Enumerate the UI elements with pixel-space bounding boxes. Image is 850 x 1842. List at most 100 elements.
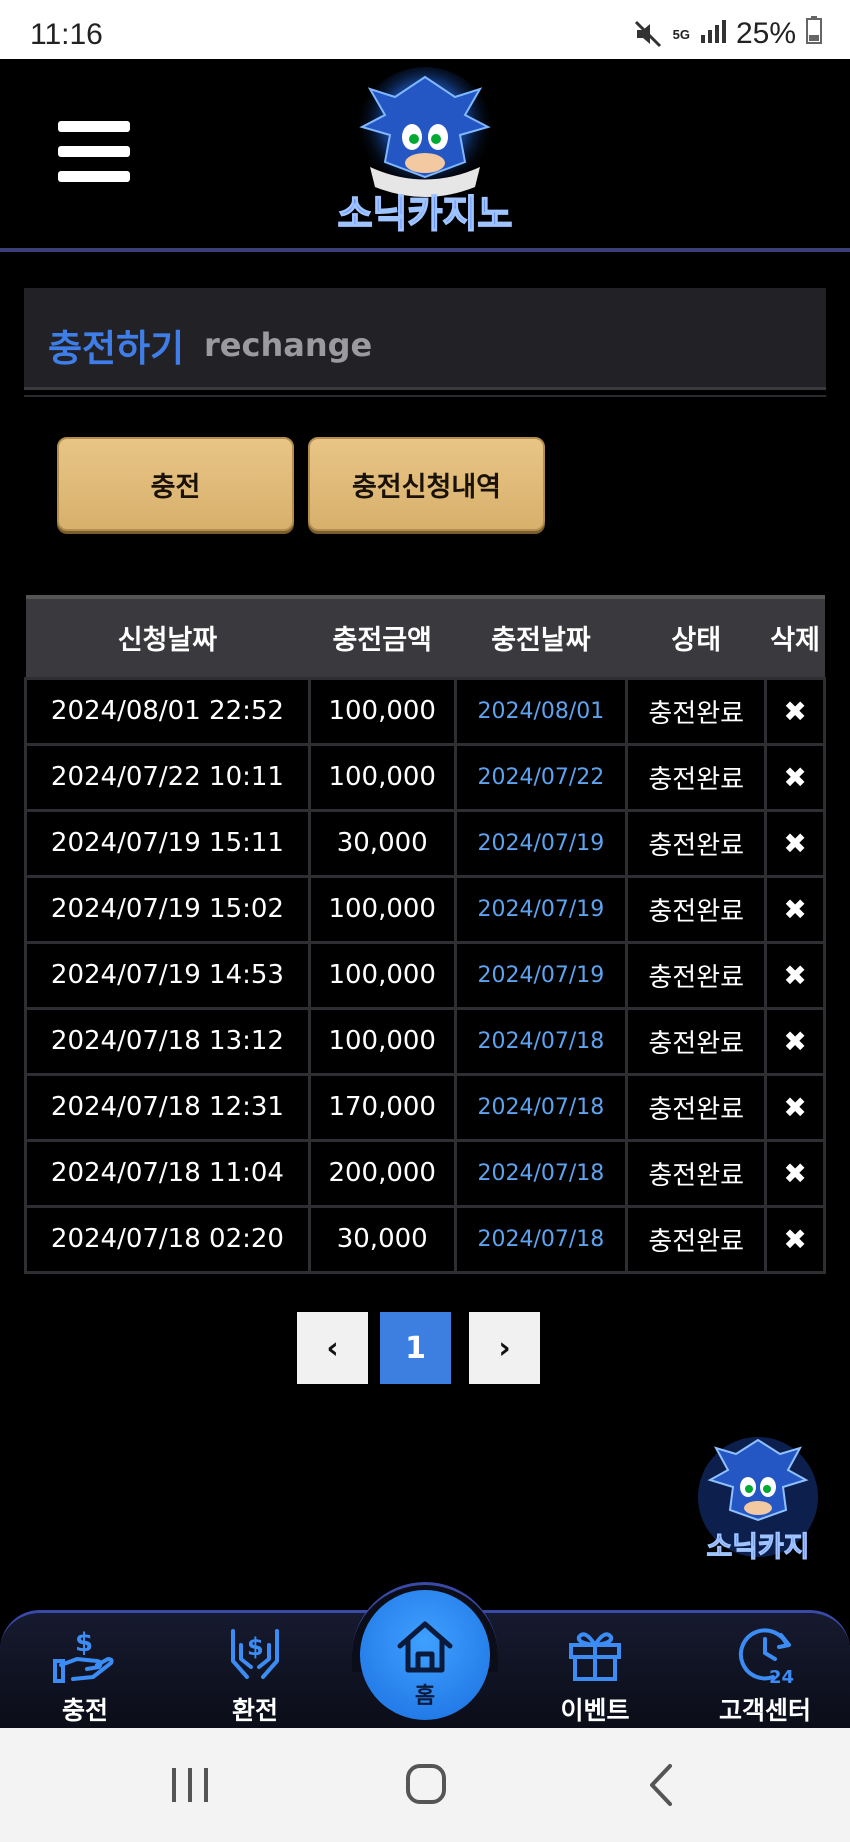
menu-bar [58, 171, 130, 182]
page: 11:16 5G 25% 소닉카지노 충전하기 rechange 충전 충전신청… [0, 0, 850, 1842]
charge-button[interactable]: 충전 [57, 437, 294, 531]
status-cell: 충전완료 [625, 1072, 768, 1142]
status-cell: 충전완료 [625, 808, 768, 878]
delete-icon[interactable]: ✖ [764, 742, 826, 812]
request-date-cell: 2024/07/18 11:04 [24, 1138, 311, 1208]
delete-icon[interactable]: ✖ [764, 874, 826, 944]
signal-icon [700, 17, 726, 51]
table-row: 2024/07/18 11:04 200,000 2024/07/18 충전완료… [24, 1138, 826, 1208]
amount-cell: 100,000 [307, 742, 457, 812]
column-header: 삭제 [765, 595, 825, 678]
nav-charge[interactable]: $ 충전 [30, 1621, 140, 1731]
status-time: 11:16 [30, 18, 103, 51]
status-cell: 충전완료 [625, 874, 768, 944]
system-nav-bar [0, 1728, 850, 1842]
nav-label: 이벤트 [560, 1696, 630, 1725]
charge-date-cell: 2024/07/19 [453, 874, 629, 944]
menu-bar [58, 146, 130, 157]
column-header: 충전금액 [309, 595, 456, 678]
table-row: 2024/07/19 15:02 100,000 2024/07/19 충전완료… [24, 874, 826, 944]
nav-exchange[interactable]: $ 환전 [200, 1621, 310, 1731]
floating-logo-badge[interactable]: 소닉카지 [688, 1432, 828, 1572]
battery-percent: 25% [735, 17, 796, 50]
charge-date-cell: 2024/07/22 [453, 742, 629, 812]
table-row: 2024/08/01 22:52 100,000 2024/08/01 충전완료… [24, 676, 826, 746]
delete-icon[interactable]: ✖ [764, 1138, 826, 1208]
mute-icon [633, 19, 663, 49]
charge-date-cell: 2024/07/18 [453, 1204, 629, 1274]
status-cell: 충전완료 [625, 940, 768, 1010]
svg-text:24: 24 [769, 1667, 794, 1685]
amount-cell: 200,000 [307, 1138, 457, 1208]
delete-icon[interactable]: ✖ [764, 1072, 826, 1142]
page-number-button[interactable]: 1 [380, 1312, 451, 1384]
nav-home-button[interactable]: 홈 [360, 1590, 490, 1720]
charge-date-cell: 2024/07/19 [453, 808, 629, 878]
site-logo[interactable]: 소닉카지노 [300, 67, 550, 242]
menu-bar [58, 121, 130, 132]
hand-coin-icon: $ [53, 1628, 114, 1683]
site-header: 소닉카지노 [0, 59, 850, 252]
charge-date-cell: 2024/07/19 [453, 940, 629, 1010]
amount-cell: 30,000 [307, 1204, 457, 1274]
network-badge: 5G [672, 26, 690, 42]
request-date-cell: 2024/07/19 14:53 [24, 940, 311, 1010]
status-icons: 5G 25% [633, 16, 822, 52]
next-page-button[interactable]: › [469, 1312, 540, 1384]
back-icon [650, 1764, 672, 1806]
system-home-icon [406, 1764, 446, 1804]
support-24-icon: 24 [738, 1628, 794, 1685]
delete-icon[interactable]: ✖ [764, 1204, 826, 1274]
column-header: 신청날짜 [25, 595, 310, 678]
table-row: 2024/07/19 15:11 30,000 2024/07/19 충전완료 … [24, 808, 826, 878]
divider [24, 395, 826, 397]
page-subtitle: rechange [204, 326, 373, 364]
nav-support[interactable]: 24 고객센터 [710, 1621, 820, 1731]
request-date-cell: 2024/07/22 10:11 [24, 742, 311, 812]
column-header: 상태 [626, 595, 766, 678]
amount-cell: 30,000 [307, 808, 457, 878]
status-cell: 충전완료 [625, 1138, 768, 1208]
prev-page-button[interactable]: ‹ [297, 1312, 368, 1384]
page-title: 충전하기 [48, 327, 185, 370]
nav-label: 충전 [61, 1696, 108, 1725]
table-header-row: 신청날짜 충전금액 충전날짜 상태 삭제 [25, 595, 825, 678]
request-date-cell: 2024/07/18 12:31 [24, 1072, 311, 1142]
hamburger-menu-button[interactable] [58, 121, 130, 183]
amount-cell: 100,000 [307, 874, 457, 944]
amount-cell: 100,000 [307, 676, 457, 746]
amount-cell: 170,000 [307, 1072, 457, 1142]
nav-event[interactable]: 이벤트 [540, 1621, 650, 1731]
charge-date-cell: 2024/08/01 [453, 676, 629, 746]
delete-icon[interactable]: ✖ [764, 940, 826, 1010]
table-row: 2024/07/18 02:20 30,000 2024/07/18 충전완료 … [24, 1204, 826, 1274]
hands-dollar-icon: $ [231, 1629, 279, 1679]
svg-text:$: $ [75, 1628, 93, 1658]
section-title-box: 충전하기 rechange [24, 288, 826, 390]
recent-apps-button[interactable] [160, 1760, 220, 1810]
delete-icon[interactable]: ✖ [764, 676, 826, 746]
home-icon [397, 1621, 453, 1673]
recent-apps-icon [172, 1768, 208, 1802]
table-row: 2024/07/19 14:53 100,000 2024/07/19 충전완료… [24, 940, 826, 1010]
table-row: 2024/07/18 12:31 170,000 2024/07/18 충전완료… [24, 1072, 826, 1142]
column-header: 충전날짜 [455, 595, 627, 678]
system-back-button[interactable] [632, 1760, 692, 1810]
delete-icon[interactable]: ✖ [764, 808, 826, 878]
amount-cell: 100,000 [307, 1006, 457, 1076]
delete-icon[interactable]: ✖ [764, 1006, 826, 1076]
nav-label: 홈 [414, 1684, 436, 1709]
request-date-cell: 2024/07/18 02:20 [24, 1204, 311, 1274]
badge-text: 소닉카지 [706, 1530, 809, 1563]
status-cell: 충전완료 [625, 1204, 768, 1274]
charge-history-button[interactable]: 충전신청내역 [308, 437, 545, 531]
request-date-cell: 2024/08/01 22:52 [24, 676, 311, 746]
nav-label: 환전 [231, 1696, 278, 1725]
logo-text: 소닉카지노 [338, 192, 513, 236]
charge-date-cell: 2024/07/18 [453, 1006, 629, 1076]
request-date-cell: 2024/07/19 15:02 [24, 874, 311, 944]
status-cell: 충전완료 [625, 742, 768, 812]
status-cell: 충전완료 [625, 676, 768, 746]
system-home-button[interactable] [396, 1760, 456, 1810]
table-row: 2024/07/18 13:12 100,000 2024/07/18 충전완료… [24, 1006, 826, 1076]
